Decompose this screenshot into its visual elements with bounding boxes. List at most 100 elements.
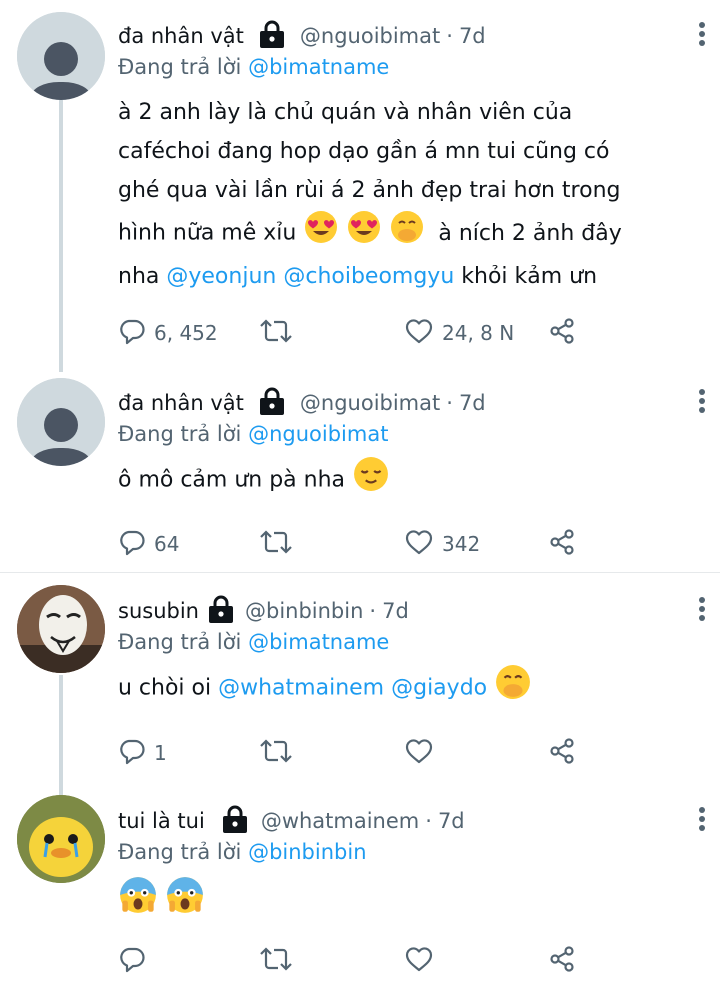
like-count: 24, 8 N [442, 321, 515, 345]
share-icon [548, 945, 584, 978]
separator-dot: · [446, 24, 453, 48]
handle[interactable]: @nguoibimat [300, 391, 440, 415]
mention-link[interactable]: @whatmainem [218, 676, 384, 701]
more-vertical-icon[interactable] [698, 806, 706, 836]
like-count: 342 [442, 532, 481, 556]
tweet-text-line: caféchoi đang hop dạo gần á mn tui cũng … [118, 139, 610, 164]
tweet[interactable]: đa nhân vật @nguoibimat · 7d Đang trả lờ… [0, 0, 720, 372]
tweet-actions [0, 943, 720, 979]
separator-dot: · [369, 599, 377, 623]
avatar[interactable] [17, 12, 105, 100]
text-segment: à ních 2 ảnh đây [438, 220, 622, 246]
reply-button[interactable] [118, 943, 154, 979]
tweet-text-line: hình nữa mê xỉu à ních 2 ảnh đây [118, 210, 680, 257]
mention-link[interactable]: @giaydo [391, 676, 487, 701]
more-vertical-icon[interactable] [698, 596, 706, 626]
like-button[interactable]: 342 [404, 526, 480, 562]
retweet-button[interactable] [260, 526, 300, 562]
reply-button[interactable]: 64 [118, 526, 179, 562]
retweet-icon [260, 528, 300, 561]
display-name[interactable]: đa nhân vật [118, 391, 244, 415]
more-vertical-icon[interactable] [698, 388, 706, 418]
timestamp[interactable]: 7d [459, 24, 486, 48]
avatar[interactable] [17, 795, 105, 883]
lock-icon [256, 19, 288, 54]
replying-to: Đang trả lời @bimatname [118, 630, 680, 654]
replying-to: Đang trả lời @binbinbin [118, 840, 680, 864]
more-vertical-icon[interactable] [698, 21, 706, 51]
tweet-header: susubin @binbinbin · 7d [118, 594, 680, 628]
mention-link[interactable]: @choibeomgyu [283, 264, 454, 289]
text-segment: ô mô cảm ưn pà nha [118, 467, 346, 493]
reply-count: 1 [154, 741, 167, 765]
heart-icon [404, 737, 442, 770]
tweet-text: u chòi oi @whatmainem @giaydo [118, 664, 680, 713]
hand-over-mouth-emoji [390, 210, 424, 257]
share-button[interactable] [548, 943, 584, 979]
screaming-face-emoji [119, 876, 157, 927]
tweet[interactable]: tui là tui @whatmainem · 7d Đang trả lời… [0, 783, 720, 989]
share-icon [548, 737, 584, 770]
lock-icon [205, 594, 237, 629]
heart-eyes-emoji [347, 210, 381, 257]
share-icon [548, 528, 584, 561]
tweet[interactable]: đa nhân vật @nguoibimat · 7d Đang trả lờ… [0, 372, 720, 572]
display-name[interactable]: tui là tui [118, 809, 205, 833]
reply-count: 64 [154, 532, 180, 556]
replying-to-mention[interactable]: @nguoibimat [248, 422, 388, 446]
share-button[interactable] [548, 526, 584, 562]
replying-to-mention[interactable]: @binbinbin [248, 840, 366, 864]
display-name[interactable]: đa nhân vật [118, 24, 244, 48]
tweet-header: tui là tui @whatmainem · 7d [118, 804, 680, 838]
handle[interactable]: @binbinbin [245, 599, 363, 623]
tweet-text [118, 876, 680, 927]
tweet-text: ô mô cảm ưn pà nha [118, 456, 680, 505]
timestamp[interactable]: 7d [459, 391, 486, 415]
share-button[interactable] [548, 735, 584, 771]
retweet-button[interactable] [260, 943, 300, 979]
replying-to-mention[interactable]: @bimatname [248, 630, 389, 654]
tweet-text-line: nha @yeonjun @choibeomgyu khỏi kảm ưn [118, 257, 680, 296]
reply-button[interactable]: 6, 452 [118, 315, 218, 351]
retweet-icon [260, 317, 300, 350]
tweet-text-line: ghé qua vài lần rùi á 2 ảnh đẹp trai hơn… [118, 178, 621, 203]
retweet-button[interactable] [260, 735, 300, 771]
reply-button[interactable]: 1 [118, 735, 167, 771]
heart-eyes-emoji [304, 210, 338, 257]
tweet-header: đa nhân vật @nguoibimat · 7d [118, 19, 680, 53]
replying-to-label: Đang trả lời [118, 55, 242, 79]
like-button[interactable]: 24, 8 N [404, 315, 514, 351]
timestamp[interactable]: 7d [438, 809, 465, 833]
like-button[interactable] [404, 943, 442, 979]
heart-icon [404, 528, 442, 561]
text-segment: hình nữa mê xỉu [118, 220, 297, 246]
screaming-face-emoji [166, 876, 204, 927]
handle[interactable]: @whatmainem [261, 809, 419, 833]
handle[interactable]: @nguoibimat [300, 24, 440, 48]
display-name[interactable]: susubin [118, 599, 199, 623]
retweet-icon [260, 737, 300, 770]
tweet-actions: 1 [0, 735, 720, 771]
share-icon [548, 317, 584, 350]
retweet-button[interactable] [260, 315, 300, 351]
mention-link[interactable]: @yeonjun [166, 264, 276, 289]
tweet-actions: 64 342 [0, 526, 720, 562]
avatar[interactable] [17, 378, 105, 466]
tweet-header: đa nhân vật @nguoibimat · 7d [118, 386, 680, 420]
timestamp[interactable]: 7d [382, 599, 409, 623]
tweet-text-line: à 2 anh lày là chủ quán và nhân viên của [118, 100, 573, 125]
separator-dot: · [446, 391, 453, 415]
text-segment: khỏi kảm ưn [461, 264, 598, 289]
replying-to: Đang trả lời @nguoibimat [118, 422, 680, 446]
like-button[interactable] [404, 735, 442, 771]
heart-icon [404, 945, 442, 978]
share-button[interactable] [548, 315, 584, 351]
replying-to-mention[interactable]: @bimatname [248, 55, 389, 79]
avatar[interactable] [17, 585, 105, 673]
tweet[interactable]: susubin @binbinbin · 7d Đang trả lời @bi… [0, 573, 720, 783]
text-segment: nha [118, 264, 160, 289]
reply-icon [118, 317, 154, 350]
relieved-face-emoji [353, 456, 389, 505]
hand-over-mouth-emoji [495, 664, 531, 713]
lock-icon [219, 804, 251, 839]
